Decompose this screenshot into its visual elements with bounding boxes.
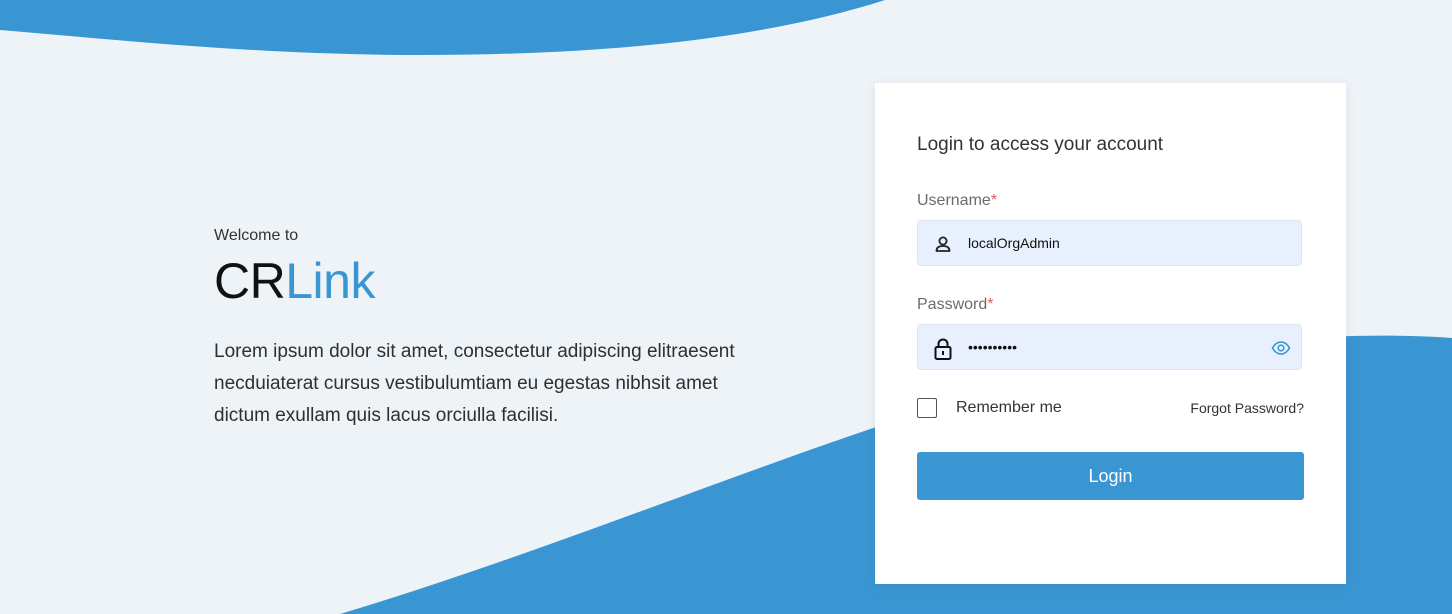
hero-section: Welcome to CRLink Lorem ipsum dolor sit …: [214, 226, 754, 432]
login-page: Welcome to CRLink Lorem ipsum dolor sit …: [0, 0, 1452, 614]
password-label: Password*: [917, 295, 993, 315]
login-title: Login to access your account: [917, 134, 1164, 155]
password-input[interactable]: [968, 325, 1258, 369]
brand-title: CRLink: [214, 252, 754, 310]
remember-me-checkbox[interactable]: [917, 398, 937, 418]
forgot-password-link[interactable]: Forgot Password?: [1190, 400, 1304, 416]
password-label-text: Password: [917, 296, 988, 313]
username-label-text: Username: [917, 192, 991, 209]
eye-icon[interactable]: [1271, 338, 1291, 358]
username-input[interactable]: [968, 221, 1258, 265]
hero-description: Lorem ipsum dolor sit amet, consectetur …: [214, 341, 735, 426]
login-button[interactable]: Login: [917, 452, 1304, 500]
password-field[interactable]: [917, 324, 1302, 370]
top-wave: [0, 0, 885, 55]
username-label: Username*: [917, 191, 997, 211]
login-card: Login to access your account Username* P…: [875, 83, 1346, 584]
username-field[interactable]: [917, 220, 1302, 266]
brand-title-part2: Link: [285, 253, 375, 309]
lock-icon: [932, 337, 954, 360]
user-icon: [932, 233, 954, 255]
brand-title-part1: CR: [214, 253, 286, 309]
remember-me: Remember me: [917, 398, 1062, 418]
welcome-text: Welcome to: [214, 227, 299, 244]
username-required-mark: *: [990, 192, 998, 209]
password-required-mark: *: [987, 296, 994, 313]
remember-me-label: Remember me: [956, 399, 1062, 416]
